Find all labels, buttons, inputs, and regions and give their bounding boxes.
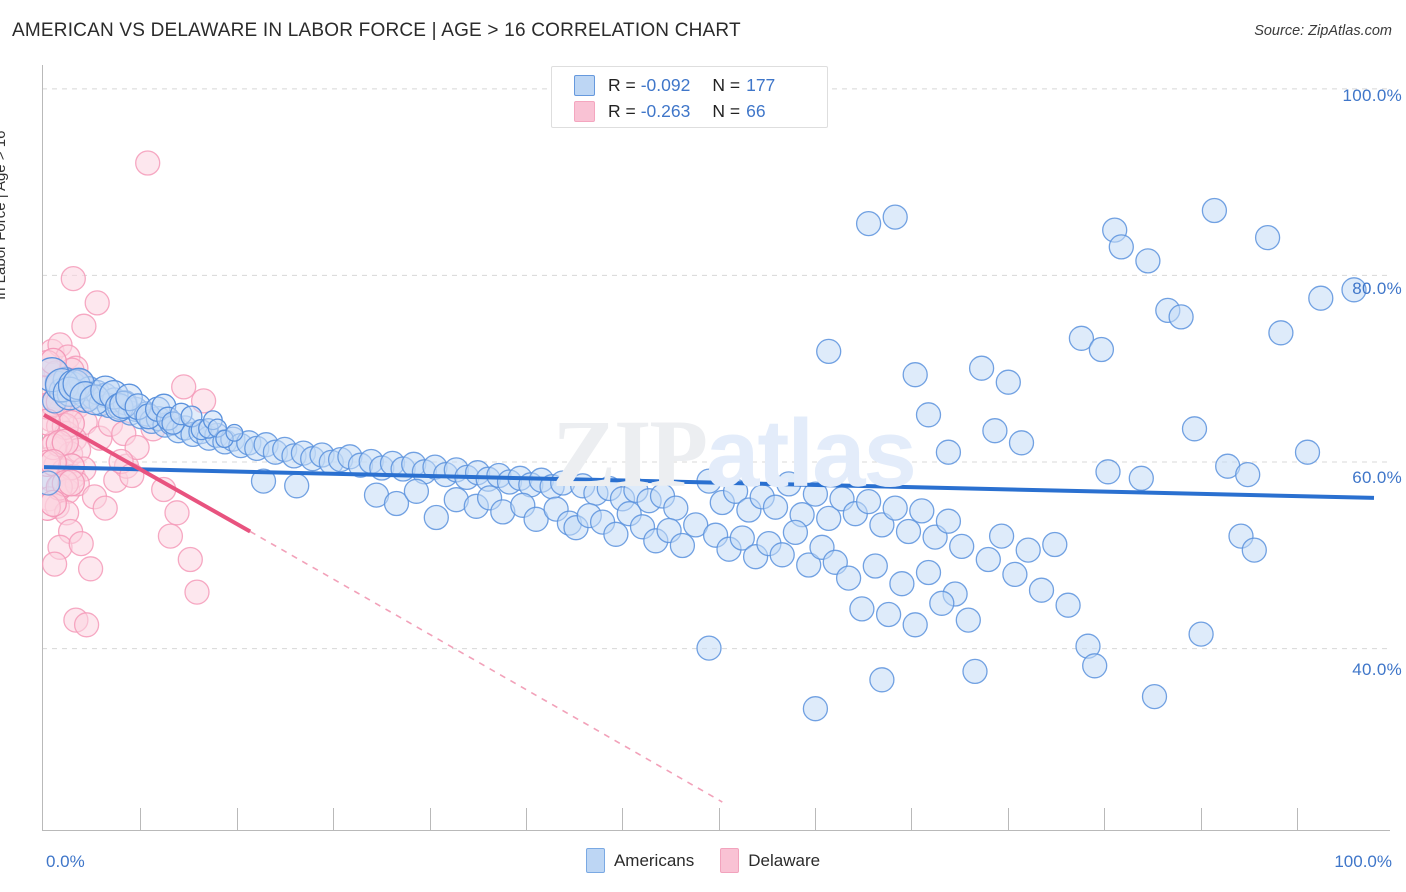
legend-r-value-americans: -0.092 (640, 74, 691, 95)
legend-r-value-delaware: -0.263 (640, 100, 691, 121)
legend-n-label-americans: N = (712, 74, 741, 95)
y-tick-label-80: 80.0% (1352, 279, 1402, 298)
y-axis-title: In Labor Force | Age > 16 (0, 130, 9, 300)
chart-page: AMERICAN VS DELAWARE IN LABOR FORCE | AG… (0, 0, 1406, 892)
legend-swatch-americans (574, 74, 595, 96)
scatter-plot-area (42, 65, 1390, 838)
series-legend: Americans Delaware (0, 848, 1406, 873)
americans-points (42, 197, 1367, 722)
legend-n-value-americans: 177 (746, 74, 776, 95)
plot-svg (42, 65, 1390, 831)
legend-r-label-delaware: R = (608, 100, 636, 121)
legend-n-label-delaware: N = (712, 100, 741, 121)
legend-color-box-americans (585, 848, 605, 873)
x-axis-ticks (140, 808, 1298, 830)
y-tick-label-40: 40.0% (1352, 660, 1402, 679)
legend-color-box-delaware (720, 848, 740, 873)
source-attribution: Source: ZipAtlas.com (1254, 23, 1392, 39)
y-tick-label-60: 60.0% (1352, 468, 1402, 487)
legend-r-label-americans: R = (608, 74, 636, 95)
legend-label-americans: Americans (613, 850, 695, 870)
gridlines (42, 88, 1390, 650)
correlation-legend: R = -0.092 N = 177 R = -0.263 N = 66 (551, 66, 828, 128)
legend-item-americans[interactable]: Americans (585, 848, 695, 873)
legend-item-delaware[interactable]: Delaware (720, 848, 820, 873)
legend-swatch-delaware (574, 100, 595, 122)
legend-row-americans: R = -0.092 N = 177 (574, 72, 775, 98)
page-title: AMERICAN VS DELAWARE IN LABOR FORCE | AG… (12, 20, 741, 41)
y-tick-label-100: 100.0% (1342, 86, 1402, 105)
legend-n-value-delaware: 66 (746, 100, 766, 121)
legend-row-delaware: R = -0.263 N = 66 (574, 98, 766, 124)
legend-label-delaware: Delaware (748, 850, 821, 870)
